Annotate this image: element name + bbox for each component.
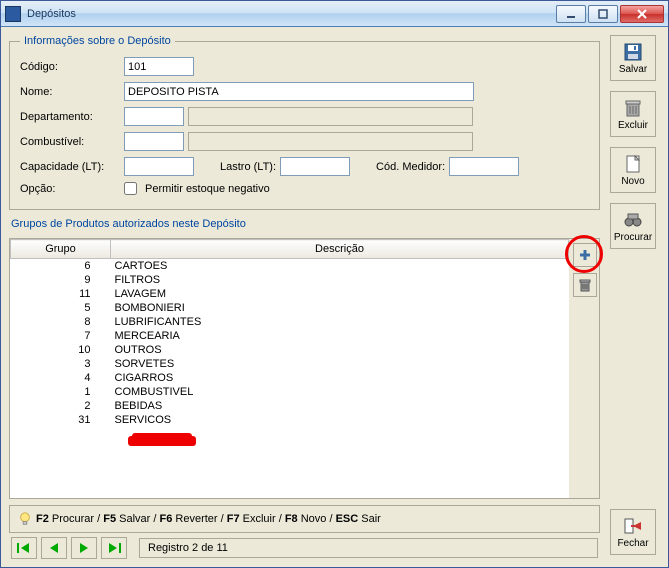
- capacidade-label: Capacidade (LT):: [20, 161, 120, 173]
- medidor-input[interactable]: [449, 157, 519, 176]
- table-row[interactable]: 31SERVICOS: [11, 413, 569, 427]
- add-group-button[interactable]: [573, 243, 597, 267]
- minimize-button[interactable]: [556, 5, 586, 23]
- cell-grupo: 9: [11, 273, 111, 287]
- table-row[interactable]: 4CIGARROS: [11, 371, 569, 385]
- table-row[interactable]: 5BOMBONIERI: [11, 301, 569, 315]
- table-row[interactable]: 7MERCEARIA: [11, 329, 569, 343]
- window-title: Depósitos: [27, 8, 556, 20]
- exit-arrow-icon: [623, 516, 643, 536]
- cell-grupo: 7: [11, 329, 111, 343]
- cell-grupo: 3: [11, 357, 111, 371]
- table-row[interactable]: 3SORVETES: [11, 357, 569, 371]
- app-icon: [5, 6, 21, 22]
- table-row[interactable]: 11LAVAGEM: [11, 287, 569, 301]
- cell-grupo: 1: [11, 385, 111, 399]
- nav-last-button[interactable]: [101, 537, 127, 559]
- combustivel-label: Combustível:: [20, 136, 120, 148]
- close-form-button[interactable]: Fechar: [610, 509, 656, 555]
- lastro-input[interactable]: [280, 157, 350, 176]
- medidor-label: Cód. Medidor:: [376, 161, 445, 173]
- cell-descricao: BOMBONIERI: [111, 301, 569, 315]
- codigo-label: Código:: [20, 61, 120, 73]
- window: Depósitos Informações sobre o Depósito C…: [0, 0, 669, 568]
- codigo-input[interactable]: [124, 57, 194, 76]
- groups-title: Grupos de Produtos autorizados neste Dep…: [11, 218, 600, 230]
- cell-descricao: CIGARROS: [111, 371, 569, 385]
- opcao-label: Opção:: [20, 183, 120, 195]
- table-row[interactable]: 10OUTROS: [11, 343, 569, 357]
- nome-label: Nome:: [20, 86, 120, 98]
- floppy-icon: [623, 42, 643, 62]
- cell-grupo: 8: [11, 315, 111, 329]
- combustivel-name-display: [188, 132, 473, 151]
- nav-bar: Registro 2 de 11: [9, 533, 600, 559]
- binoculars-icon: [623, 210, 643, 230]
- table-row[interactable]: 1COMBUSTIVEL: [11, 385, 569, 399]
- cell-grupo: 31: [11, 413, 111, 427]
- col-grupo[interactable]: Grupo: [11, 240, 111, 259]
- cell-grupo: 10: [11, 343, 111, 357]
- plus-icon: [578, 248, 592, 262]
- info-legend: Informações sobre o Depósito: [20, 35, 175, 47]
- table-row[interactable]: 8LUBRIFICANTES: [11, 315, 569, 329]
- table-row[interactable]: 2BEBIDAS: [11, 399, 569, 413]
- departamento-name-display: [188, 107, 473, 126]
- cell-descricao: FILTROS: [111, 273, 569, 287]
- new-button[interactable]: Novo: [610, 147, 656, 193]
- cell-descricao: LAVAGEM: [111, 287, 569, 301]
- cell-descricao: BEBIDAS: [111, 399, 569, 413]
- maximize-button[interactable]: [588, 5, 618, 23]
- delete-group-button[interactable]: [573, 273, 597, 297]
- cell-grupo: 6: [11, 259, 111, 274]
- cell-descricao: OUTROS: [111, 343, 569, 357]
- cell-descricao: COMBUSTIVEL: [111, 385, 569, 399]
- save-button[interactable]: Salvar: [610, 35, 656, 81]
- nav-first-button[interactable]: [11, 537, 37, 559]
- cell-descricao: CARTOES: [111, 259, 569, 274]
- table-row[interactable]: 6CARTOES: [11, 259, 569, 274]
- capacidade-input[interactable]: [124, 157, 194, 176]
- cell-grupo: 11: [11, 287, 111, 301]
- cell-descricao: SORVETES: [111, 357, 569, 371]
- info-fieldset: Informações sobre o Depósito Código: Nom…: [9, 35, 600, 210]
- cell-descricao: MERCEARIA: [111, 329, 569, 343]
- table-row[interactable]: 9FILTROS: [11, 273, 569, 287]
- trash-icon: [578, 278, 592, 292]
- nome-input[interactable]: [124, 82, 474, 101]
- cell-descricao: SERVICOS: [111, 413, 569, 427]
- document-icon: [623, 154, 643, 174]
- permitir-checkbox[interactable]: [124, 182, 137, 195]
- departamento-code-input[interactable]: [124, 107, 184, 126]
- search-button[interactable]: Procurar: [610, 203, 656, 249]
- record-label: Registro 2 de 11: [139, 538, 598, 558]
- nav-prev-button[interactable]: [41, 537, 67, 559]
- cell-grupo: 4: [11, 371, 111, 385]
- cell-grupo: 2: [11, 399, 111, 413]
- nav-next-button[interactable]: [71, 537, 97, 559]
- close-button[interactable]: [620, 5, 664, 23]
- cell-grupo: 5: [11, 301, 111, 315]
- groups-table-area: Grupo Descrição 6CARTOES9FILTROS11LAVAGE…: [9, 238, 600, 499]
- lightbulb-icon: [18, 512, 32, 526]
- permitir-label: Permitir estoque negativo: [145, 183, 270, 195]
- title-bar: Depósitos: [1, 1, 668, 27]
- lastro-label: Lastro (LT):: [220, 161, 276, 173]
- col-descricao[interactable]: Descrição: [111, 240, 569, 259]
- delete-button[interactable]: Excluir: [610, 91, 656, 137]
- combustivel-code-input[interactable]: [124, 132, 184, 151]
- cell-descricao: LUBRIFICANTES: [111, 315, 569, 329]
- trash-icon: [623, 98, 643, 118]
- groups-table: Grupo Descrição 6CARTOES9FILTROS11LAVAGE…: [10, 239, 569, 427]
- status-bar: F2 Procurar / F5 Salvar / F6 Reverter / …: [9, 505, 600, 533]
- departamento-label: Departamento:: [20, 111, 120, 123]
